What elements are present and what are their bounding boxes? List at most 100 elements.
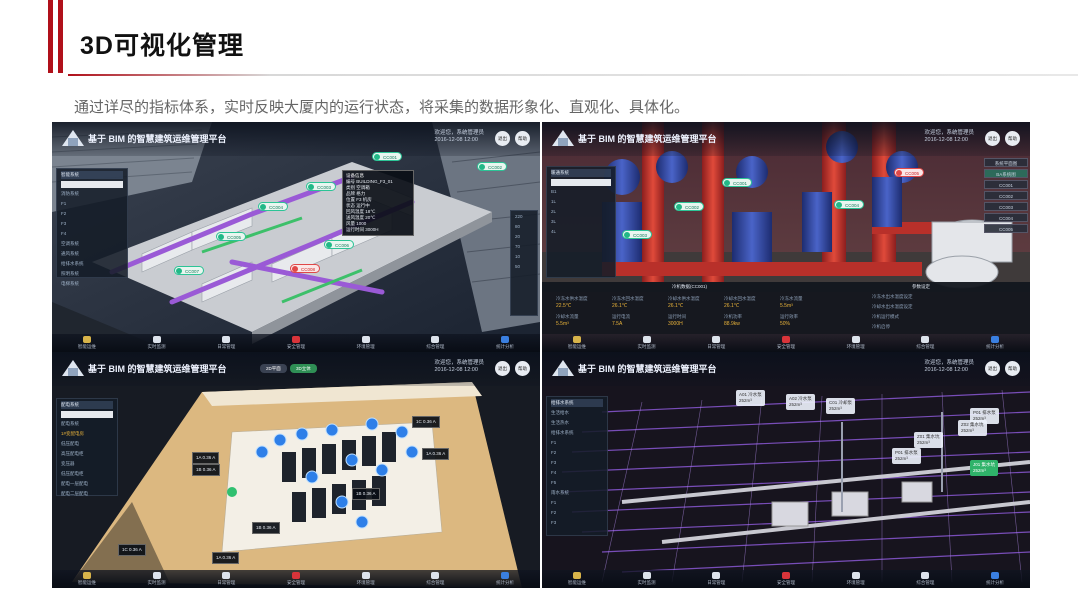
tab-3d[interactable]: 3D立体: [290, 364, 317, 373]
device-tag[interactable]: CC004: [834, 200, 865, 209]
nav-item[interactable]: 智能运维: [78, 336, 96, 350]
device-tag[interactable]: CC004: [258, 202, 289, 211]
device-tag[interactable]: CC002: [674, 202, 705, 211]
exit-button[interactable]: 退出: [495, 361, 510, 376]
device-tag[interactable]: CC007: [174, 266, 205, 275]
equipment-item[interactable]: CC004: [984, 213, 1028, 222]
tree-item[interactable]: F1: [551, 439, 603, 447]
equipment-label[interactable]: Z01 集水坑 252m³: [914, 432, 943, 448]
nav-item[interactable]: 环境管理: [357, 336, 375, 350]
help-button[interactable]: 帮助: [515, 131, 530, 146]
equipment-item[interactable]: CC005: [984, 224, 1028, 233]
tree-item[interactable]: F5: [551, 479, 603, 487]
nav-item[interactable]: 安全管理: [777, 572, 795, 586]
nav-item[interactable]: 综合管理: [916, 336, 934, 350]
tree-item[interactable]: F2: [551, 449, 603, 457]
nav-item[interactable]: 实时监测: [148, 572, 166, 586]
equipment-label[interactable]: A01 冷水泵 252m³: [736, 390, 765, 406]
tree-item[interactable]: 给排水系统: [61, 260, 123, 268]
equipment-label[interactable]: P01 排水泵 252m³: [892, 448, 921, 464]
device-tag[interactable]: CC003: [306, 182, 337, 191]
nav-item[interactable]: 综合管理: [426, 572, 444, 586]
tree-item[interactable]: 3L: [551, 218, 611, 226]
tree-item[interactable]: F1: [61, 200, 123, 208]
device-tag[interactable]: CC003: [622, 230, 653, 239]
tree-item[interactable]: 电梯系统: [61, 280, 123, 288]
meter-label[interactable]: 1B 0.36 A: [192, 464, 220, 476]
meter-label[interactable]: 1A 0.36 A: [212, 552, 240, 564]
tree-item[interactable]: F3: [551, 519, 603, 527]
nav-item[interactable]: 日常管理: [217, 336, 235, 350]
nav-item[interactable]: 智能运维: [568, 572, 586, 586]
nav-item[interactable]: 实时监测: [638, 336, 656, 350]
help-button[interactable]: 帮助: [1005, 361, 1020, 376]
tree-item[interactable]: 高压配电柜: [61, 450, 113, 458]
nav-item[interactable]: 实时监测: [148, 336, 166, 350]
exit-button[interactable]: 退出: [985, 361, 1000, 376]
tree-item[interactable]: 空调系统: [61, 240, 123, 248]
meter-label[interactable]: 1C 0.36 A: [118, 544, 146, 556]
tree-item[interactable]: 1#变配电房: [61, 430, 113, 438]
equipment-label[interactable]: A02 冷水泵 252m³: [786, 394, 815, 410]
tree-item[interactable]: 雨水系统: [551, 489, 603, 497]
nav-item[interactable]: 日常管理: [707, 336, 725, 350]
equipment-item[interactable]: CC001: [984, 180, 1028, 189]
tree-item[interactable]: F3: [551, 459, 603, 467]
equipment-label[interactable]: Z02 集水坑 252m³: [958, 420, 987, 436]
tree-item[interactable]: 1L: [551, 198, 611, 206]
equipment-label[interactable]: C01 冷却泵 252m³: [826, 398, 856, 414]
equipment-item[interactable]: 系统平面图: [984, 158, 1028, 167]
equipment-item[interactable]: BA系统图: [984, 169, 1028, 178]
tree-item[interactable]: 配电二层配电: [61, 490, 113, 498]
device-tag[interactable]: CC002: [477, 162, 508, 171]
device-tag[interactable]: CC001: [372, 152, 403, 161]
device-tag[interactable]: CC001: [722, 178, 753, 187]
nav-item[interactable]: 统计分析: [986, 336, 1004, 350]
tree-item[interactable]: F4: [551, 469, 603, 477]
tree-item[interactable]: 生活给水: [551, 409, 603, 417]
tree-item[interactable]: 消防系统: [61, 190, 123, 198]
tree-item[interactable]: 低压配电柜: [61, 470, 113, 478]
alarm-device-tag[interactable]: CC005: [894, 168, 925, 177]
meter-label[interactable]: 1A 0.36 A: [192, 452, 220, 464]
tree-item[interactable]: 照明系统: [61, 270, 123, 278]
nav-item[interactable]: 统计分析: [986, 572, 1004, 586]
nav-item[interactable]: 统计分析: [496, 336, 514, 350]
tree-item[interactable]: F2: [61, 210, 123, 218]
tree-item[interactable]: 2L: [551, 208, 611, 216]
meter-label[interactable]: 1C 0.36 A: [412, 416, 440, 428]
nav-item[interactable]: 日常管理: [217, 572, 235, 586]
meter-label[interactable]: 1A 0.36 A: [422, 448, 450, 460]
tree-item[interactable]: 生活热水: [551, 419, 603, 427]
exit-button[interactable]: 退出: [985, 131, 1000, 146]
tree-item[interactable]: 4L: [551, 228, 611, 236]
exit-button[interactable]: 退出: [495, 131, 510, 146]
equipment-item[interactable]: CC003: [984, 202, 1028, 211]
tree-item[interactable]: F3: [61, 220, 123, 228]
nav-item[interactable]: 安全管理: [777, 336, 795, 350]
device-tag[interactable]: CC005: [216, 232, 247, 241]
tree-item[interactable]: 低压配电: [61, 440, 113, 448]
tree-item[interactable]: 配电一层配电: [61, 480, 113, 488]
device-tag[interactable]: CC006: [324, 240, 355, 249]
panel-search-input[interactable]: [61, 181, 123, 188]
nav-item[interactable]: 综合管理: [426, 336, 444, 350]
tree-item[interactable]: B1: [551, 188, 611, 196]
tab-2d[interactable]: 2D平面: [260, 364, 287, 373]
panel-search-input[interactable]: [551, 179, 611, 186]
nav-item[interactable]: 安全管理: [287, 336, 305, 350]
panel-search-input[interactable]: [61, 411, 113, 418]
tree-item[interactable]: 配电系统: [61, 420, 113, 428]
nav-item[interactable]: 安全管理: [287, 572, 305, 586]
alarm-device-tag[interactable]: CC008: [290, 264, 321, 273]
nav-item[interactable]: 智能运维: [78, 572, 96, 586]
meter-label[interactable]: 1B 0.36 A: [252, 522, 280, 534]
equipment-item[interactable]: CC002: [984, 191, 1028, 200]
nav-item[interactable]: 综合管理: [916, 572, 934, 586]
nav-item[interactable]: 统计分析: [496, 572, 514, 586]
nav-item[interactable]: 环境管理: [847, 336, 865, 350]
meter-label[interactable]: 1B 0.36 A: [352, 488, 380, 500]
equipment-label-selected[interactable]: J01 集水坑 252m³: [970, 460, 999, 476]
tree-item[interactable]: 通风系统: [61, 250, 123, 258]
tree-item[interactable]: F1: [551, 499, 603, 507]
